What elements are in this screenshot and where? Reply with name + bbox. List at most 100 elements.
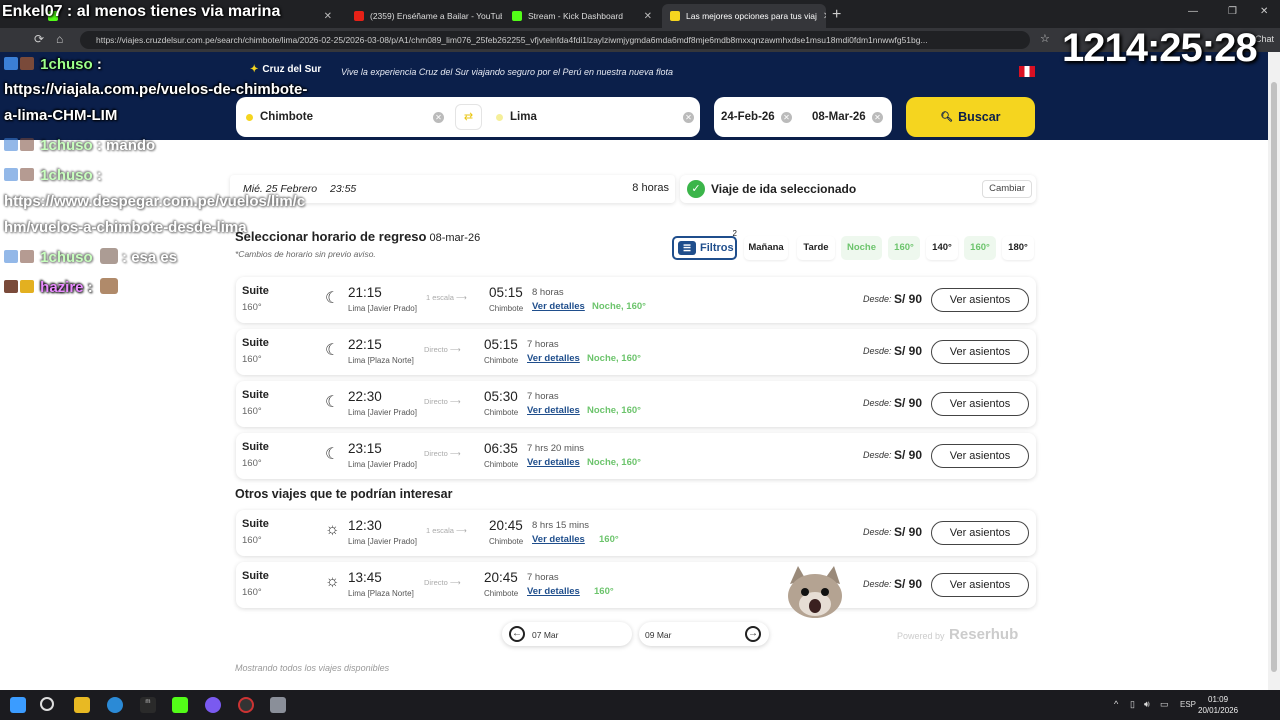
seat-recline: 160°: [242, 406, 262, 417]
windows-start-icon[interactable]: [10, 697, 26, 713]
profile-chat-label[interactable]: Chat: [1255, 34, 1274, 44]
sliders-icon: ☰: [678, 241, 696, 255]
edge-icon[interactable]: [107, 697, 123, 713]
details-link[interactable]: Ver detalles: [527, 353, 580, 364]
stream-timer: 1214:25:28: [1062, 26, 1258, 70]
filter-chip-160[interactable]: 160°: [888, 236, 920, 260]
arrival-time: 20:45: [489, 518, 523, 533]
details-link[interactable]: Ver detalles: [532, 534, 585, 545]
scrollbar-thumb[interactable]: [1271, 82, 1277, 672]
departure-date-field[interactable]: 24-Feb-26: [721, 97, 775, 137]
clear-destination-icon[interactable]: ✕: [683, 112, 694, 123]
arrival-time: 20:45: [484, 570, 518, 585]
price: S/ 90: [894, 577, 923, 591]
trip-row[interactable]: Suite 160° ☾ 21:15 Lima [Javier Prado] 1 esca…: [236, 277, 1036, 323]
volume-icon[interactable]: 🔊︎: [1144, 699, 1150, 710]
language-indicator[interactable]: ESP: [1180, 700, 1196, 709]
departure-time: 21:15: [348, 285, 382, 300]
view-seats-button[interactable]: Ver asientos: [931, 573, 1029, 597]
clear-departure-date-icon[interactable]: ✕: [781, 112, 792, 123]
chat-text: :: [87, 279, 93, 296]
trip-row[interactable]: Suite 160° ☼ 13:45 Lima [Plaza Norte] Directo…: [236, 562, 1036, 608]
usb-icon[interactable]: ▯: [1130, 699, 1135, 710]
search-icon: 🔍︎: [940, 111, 954, 123]
prev-day-button[interactable]: ← 07 Mar: [502, 622, 632, 646]
search-icon[interactable]: [40, 697, 54, 711]
close-icon[interactable]: ✕: [638, 11, 652, 22]
filter-chip-160b[interactable]: 160°: [964, 236, 996, 260]
view-seats-button[interactable]: Ver asientos: [931, 521, 1029, 545]
view-seats-button[interactable]: Ver asientos: [931, 392, 1029, 416]
schedule-note: *Cambios de horario sin previo aviso.: [235, 249, 376, 259]
chat-message: 1chuso :: [4, 167, 102, 184]
arrow-right-icon: ⟶: [449, 397, 461, 406]
chevron-up-icon[interactable]: ^: [1114, 699, 1118, 709]
search-button[interactable]: 🔍︎ Buscar: [906, 97, 1035, 137]
cat-gif-overlay: [788, 566, 842, 618]
recorder-icon[interactable]: [238, 697, 254, 713]
clear-return-date-icon[interactable]: ✕: [872, 112, 883, 123]
filter-chip-180[interactable]: 180°: [1002, 236, 1034, 260]
close-window-icon[interactable]: ✕: [1260, 6, 1268, 17]
filter-chip-night[interactable]: Noche: [841, 236, 882, 260]
filter-chip-morning[interactable]: Mañana: [744, 236, 788, 260]
check-circle-icon: ✓: [687, 180, 705, 198]
close-icon[interactable]: ✕: [817, 11, 826, 22]
details-link[interactable]: Ver detalles: [527, 405, 580, 416]
view-seats-button[interactable]: Ver asientos: [931, 444, 1029, 468]
trip-row[interactable]: Suite 160° ☾ 22:15 Lima [Plaza Norte] Directo…: [236, 329, 1036, 375]
swap-route-button[interactable]: ⇄: [455, 104, 482, 130]
trip-row[interactable]: Suite 160° ☾ 23:15 Lima [Javier Prado] Direct…: [236, 433, 1036, 479]
seat-recline: 160°: [242, 458, 262, 469]
origin-field[interactable]: Chimbote: [246, 97, 313, 137]
network-icon[interactable]: ▭: [1160, 699, 1169, 710]
service-name: Suite: [242, 337, 269, 349]
home-icon[interactable]: ⌂: [56, 32, 63, 46]
outbound-time: 23:55: [330, 183, 357, 195]
change-button[interactable]: Cambiar: [982, 180, 1032, 198]
filter-chip-afternoon[interactable]: Tarde: [797, 236, 835, 260]
trip-row[interactable]: Suite 160° ☼ 12:30 Lima [Javier Prado] 1 esca…: [236, 510, 1036, 556]
url-input[interactable]: https://viajes.cruzdelsur.com.pe/search/…: [80, 31, 1030, 49]
tab-youtube[interactable]: (2359) Enséñame a Bailar - YouTub✕: [346, 4, 502, 28]
maximize-icon[interactable]: ❐: [1228, 6, 1237, 17]
new-tab-button[interactable]: +: [832, 6, 841, 24]
filter-chip-140[interactable]: 140°: [926, 236, 958, 260]
details-link[interactable]: Ver detalles: [532, 301, 585, 312]
tab-kick-dashboard[interactable]: Stream - Kick Dashboard ✕: [504, 4, 660, 28]
peru-flag-icon[interactable]: [1019, 66, 1035, 77]
view-seats-button[interactable]: Ver asientos: [931, 340, 1029, 364]
file-explorer-icon[interactable]: [74, 697, 90, 713]
shield-icon[interactable]: [270, 697, 286, 713]
close-icon[interactable]: ✕: [318, 11, 332, 22]
chat-message: 1chuso : mando: [4, 137, 155, 154]
return-date-field[interactable]: 08-Mar-26: [812, 97, 866, 137]
trip-row[interactable]: Suite 160° ☾ 22:30 Lima [Javier Prado] Direct…: [236, 381, 1036, 427]
kick-icon[interactable]: [172, 697, 188, 713]
chat-text: : esa es: [122, 249, 178, 266]
details-link[interactable]: Ver detalles: [527, 457, 580, 468]
departure-time: 23:15: [348, 441, 382, 456]
taskbar-clock[interactable]: 01:09 20/01/2026: [1198, 694, 1238, 716]
header-tagline: Vive la experiencia Cruz del Sur viajand…: [341, 67, 674, 77]
brand-logo[interactable]: ✦ Cruz del Sur: [250, 64, 321, 75]
details-link[interactable]: Ver detalles: [527, 586, 580, 597]
tab-label: (2359) Enséñame a Bailar - YouTub: [370, 11, 502, 21]
clear-origin-icon[interactable]: ✕: [433, 112, 444, 123]
clock-time: 01:09: [1208, 695, 1229, 704]
minimize-icon[interactable]: —: [1188, 6, 1198, 17]
destination-field[interactable]: Lima: [496, 97, 537, 137]
tab-cruz-del-sur[interactable]: Las mejores opciones para tus viaj✕: [662, 4, 826, 28]
page-scrollbar[interactable]: [1268, 52, 1280, 690]
filters-button[interactable]: ☰ Filtros 2: [672, 229, 737, 260]
moon-icon: ☾: [325, 446, 340, 463]
app-icon[interactable]: ᵐ: [140, 697, 156, 713]
obs-icon[interactable]: [205, 697, 221, 713]
chat-message: 1chuso :: [4, 56, 102, 73]
chat-message: hm/vuelos-a-chimbote-desde-lima: [4, 219, 247, 236]
date-selector: 24-Feb-26 ✕ 08-Mar-26 ✕: [714, 97, 892, 137]
view-seats-button[interactable]: Ver asientos: [931, 288, 1029, 312]
bookmark-star-icon[interactable]: ☆: [1040, 32, 1050, 45]
reload-icon[interactable]: ⟳: [34, 32, 44, 46]
next-day-button[interactable]: 09 Mar →: [639, 622, 769, 646]
